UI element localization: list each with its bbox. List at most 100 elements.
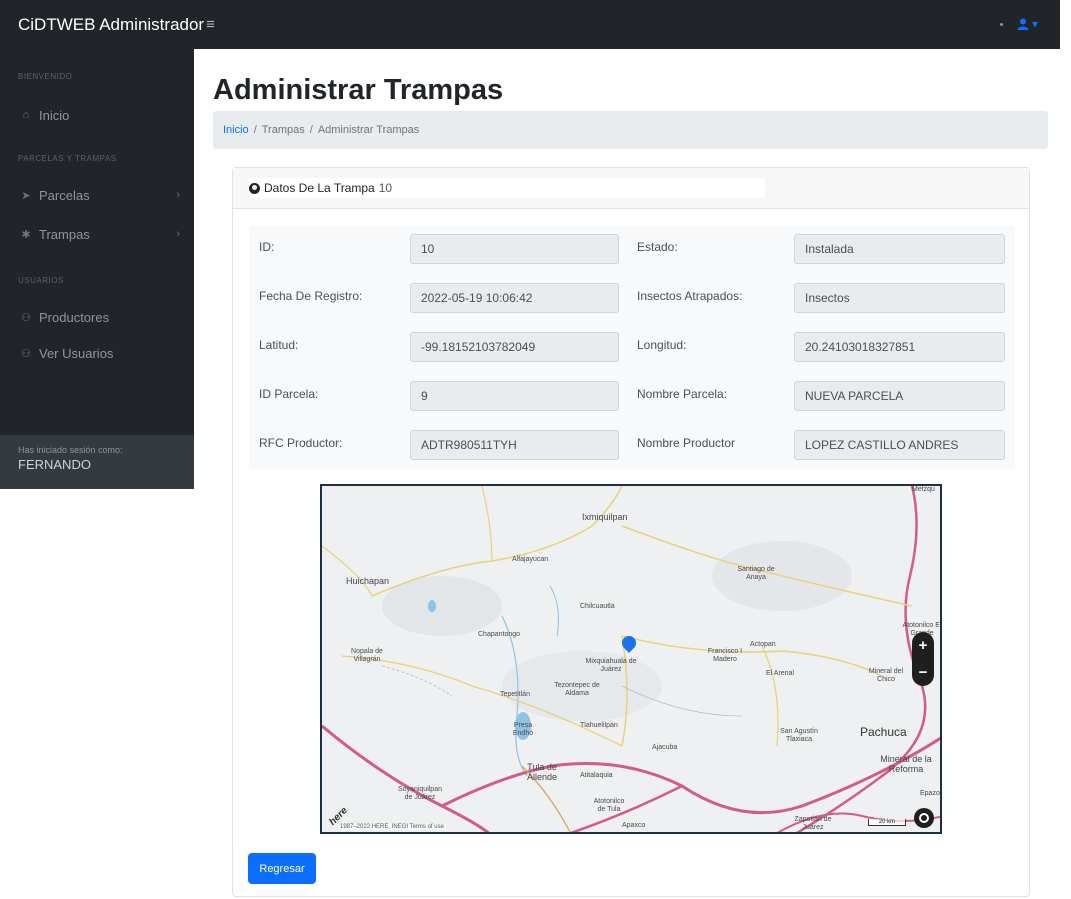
form-row: ID: 10 Estado: Instalada — [249, 234, 1015, 274]
map-label: Chapantongo — [478, 631, 521, 638]
map-label: Tlahuelilpan — [580, 722, 618, 729]
rfc-productor-label: RFC Productor: — [259, 436, 343, 450]
fecha-registro-field[interactable]: 2022-05-19 10:06:42 — [410, 283, 619, 313]
map-copyright[interactable]: 1987–2022 HERE, INEGI Terms of use — [338, 824, 446, 830]
trap-details-form: ID: 10 Estado: Instalada Fecha De Regist… — [249, 226, 1015, 469]
card-header-title: Datos De La Trampa 10 — [249, 178, 765, 198]
logged-in-user: FERNANDO — [18, 457, 91, 472]
map-label: Francisco I Madero — [707, 648, 743, 663]
sidebar-item-inicio[interactable]: ⌂ Inicio — [0, 101, 194, 129]
map-label: Atotonilco de Tula — [593, 798, 625, 813]
back-button[interactable]: Regresar — [248, 853, 316, 884]
map-label: Ajacuba — [652, 744, 678, 751]
map-label: Presa Endhó — [512, 722, 534, 737]
card-header-trap-id: 10 — [378, 181, 393, 195]
map-label: Tezontepec de Aldama — [554, 682, 600, 697]
rfc-productor-field[interactable]: ADTR980511TYH — [410, 430, 619, 460]
form-row: RFC Productor: ADTR980511TYH Nombre Prod… — [249, 430, 1015, 470]
map-label: Zapotlán de Juárez — [794, 816, 832, 831]
map-label: Mineral de la Reforma — [880, 754, 932, 774]
sidebar-item-label: Trampas — [39, 226, 90, 242]
map-label: Metzqu — [912, 486, 935, 493]
map-label: Chilcuautla — [580, 603, 615, 610]
estado-label: Estado: — [637, 240, 678, 254]
id-parcela-label: ID Parcela: — [259, 387, 319, 401]
map-label: Ixmiquilpan — [582, 512, 628, 522]
hamburger-icon[interactable]: ≡ — [206, 16, 215, 33]
user-icon — [1017, 18, 1029, 30]
map-label: Nopala de Villagrán — [351, 648, 383, 663]
sidebar-item-label: Ver Usuarios — [39, 345, 114, 361]
id-label: ID: — [259, 240, 275, 254]
bug-icon: ✱ — [21, 228, 31, 241]
logged-in-caption: Has iniciado sesión como: — [18, 445, 123, 455]
layers-button[interactable] — [914, 808, 934, 828]
chevron-right-icon: › — [176, 228, 180, 240]
card-header: Datos De La Trampa 10 — [233, 168, 1029, 209]
nombre-parcela-label: Nombre Parcela: — [637, 387, 728, 401]
form-row: ID Parcela: 9 Nombre Parcela: NUEVA PARC… — [249, 381, 1015, 421]
map-label: Mineral del Chico — [868, 668, 904, 683]
users-icon: ⚇ — [21, 311, 31, 324]
chevron-right-icon: › — [176, 189, 180, 201]
sidebar-item-parcelas[interactable]: ➤ Parcelas › — [0, 181, 194, 209]
trap-map[interactable]: Ixmiquilpan Alfajayucan Huichapan Santia… — [320, 484, 942, 834]
longitud-label: Longitud: — [637, 338, 687, 352]
home-icon: ⌂ — [22, 109, 30, 121]
breadcrumb: Inicio / Trampas / Administrar Trampas — [213, 111, 1048, 149]
map-label: Soyaniquilpan de Juárez — [398, 786, 442, 801]
insectos-field[interactable]: Insectos — [794, 283, 1005, 313]
brand-title[interactable]: CiDTWEB Administrador — [0, 15, 204, 35]
map-label: Santiago de Anaya — [737, 566, 775, 581]
breadcrumb-home-link[interactable]: Inicio — [223, 124, 249, 136]
user-menu-button[interactable]: ▾ — [1017, 17, 1038, 31]
longitud-field[interactable]: 20.24103018327851 — [794, 332, 1005, 362]
sidebar-item-label: Inicio — [39, 107, 70, 123]
estado-field[interactable]: Instalada — [794, 234, 1005, 264]
sidebar-item-trampas[interactable]: ✱ Trampas › — [0, 220, 194, 248]
sidebar-footer: Has iniciado sesión como: FERNANDO — [0, 435, 194, 489]
form-row: Fecha De Registro: 2022-05-19 10:06:42 I… — [249, 283, 1015, 323]
map-label: Tepetitlán — [500, 691, 530, 698]
breadcrumb-active: Administrar Trampas — [317, 124, 420, 136]
sidebar-item-label: Parcelas — [39, 187, 90, 203]
id-field[interactable]: 10 — [410, 234, 619, 264]
users-icon: ⚇ — [21, 347, 31, 360]
map-label: Alfajayucan — [512, 556, 549, 563]
sidebar-heading-usuarios: USUARIOS — [18, 276, 64, 285]
sidebar-item-productores[interactable]: ⚇ Productores — [0, 303, 194, 331]
zoom-in-button[interactable]: + — [919, 637, 928, 654]
breadcrumb-separator: / — [309, 124, 313, 136]
user-circle-icon — [249, 182, 260, 194]
breadcrumb-item: Trampas — [261, 124, 305, 136]
map-label: Mixquiahuala de Juárez — [585, 658, 637, 673]
map-label: Pachuca — [860, 725, 907, 739]
location-arrow-icon: ➤ — [21, 189, 31, 202]
sidebar-heading-parcelas: PARCELAS Y TRAMPAS — [18, 154, 117, 163]
top-right-controls: ▾ — [999, 17, 1038, 31]
id-parcela-field[interactable]: 9 — [410, 381, 619, 411]
map-label: Tula de Allende — [526, 762, 558, 782]
chevron-down-icon: ▾ — [1031, 17, 1038, 31]
fecha-registro-label: Fecha De Registro: — [259, 289, 363, 303]
latitud-field[interactable]: -99.18152103782049 — [410, 332, 619, 362]
zoom-out-button[interactable]: − — [919, 664, 928, 681]
sidebar-heading-bienvenido: BIENVENIDO — [18, 72, 73, 81]
sidebar-item-ver-usuarios[interactable]: ⚇ Ver Usuarios — [0, 339, 194, 367]
search-dot-icon — [999, 22, 1003, 26]
sidebar: BIENVENIDO ⌂ Inicio PARCELAS Y TRAMPAS ➤… — [0, 49, 194, 489]
map-label: Epazo — [920, 790, 940, 797]
map-label: Atitalaquia — [580, 772, 613, 779]
nombre-productor-field[interactable]: LOPEZ CASTILLO ANDRES — [794, 430, 1005, 460]
form-row: Latitud: -99.18152103782049 Longitud: 20… — [249, 332, 1015, 372]
nombre-parcela-field[interactable]: NUEVA PARCELA — [794, 381, 1005, 411]
sidebar-item-label: Productores — [39, 309, 110, 325]
breadcrumb-separator: / — [253, 124, 257, 136]
map-label: Apaxco — [622, 822, 646, 829]
insectos-label: Insectos Atrapados: — [637, 289, 743, 303]
map-label: Actopan — [750, 641, 776, 648]
map-scale-bar: 20 km — [868, 819, 906, 826]
trap-card: Datos De La Trampa 10 ID: 10 Estado: Ins… — [232, 167, 1030, 897]
zoom-control: + − — [912, 632, 934, 686]
map-label: El Arenal — [766, 670, 795, 677]
